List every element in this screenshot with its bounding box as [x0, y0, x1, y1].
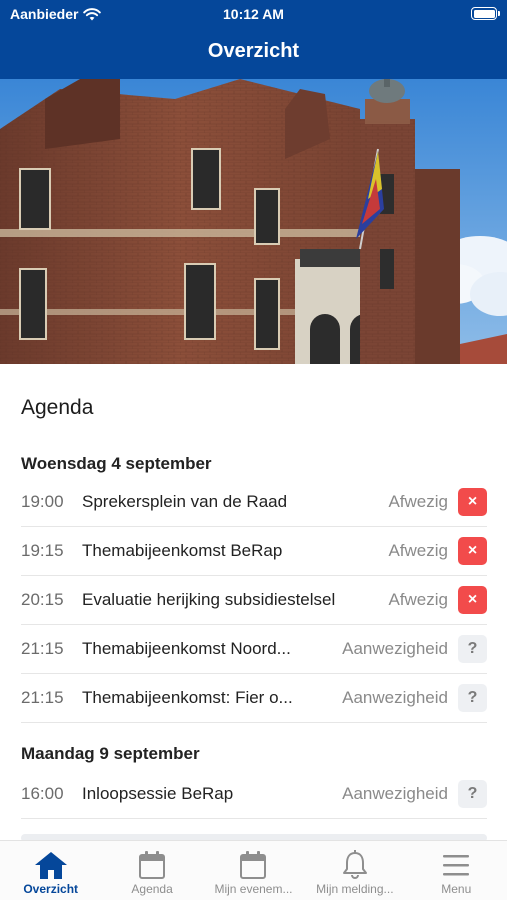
question-badge-icon[interactable]: ?: [458, 635, 487, 663]
attendance-status: Afwezig: [388, 541, 448, 560]
attendance-status: Afwezig: [388, 492, 448, 511]
agenda-item[interactable]: 21:15 Themabijeenkomst: Fier o... Aanwez…: [21, 674, 487, 723]
attendance-status: Aanwezigheid: [342, 688, 448, 707]
item-title: Themabijeenkomst Noord...: [82, 639, 291, 658]
bell-icon: [342, 850, 367, 879]
attendance-status: Afwezig: [388, 590, 448, 609]
question-badge-icon[interactable]: ?: [458, 780, 487, 808]
tab-agenda[interactable]: Agenda: [101, 841, 202, 900]
day-heading: Maandag 9 september: [21, 744, 200, 763]
tab-menu[interactable]: Menu: [406, 841, 507, 900]
day-heading: Woensdag 4 september: [21, 454, 212, 473]
item-time: 21:15: [21, 639, 64, 658]
tab-label: Menu: [441, 882, 472, 896]
tab-overzicht[interactable]: Overzicht: [0, 841, 101, 900]
question-badge-icon[interactable]: ?: [458, 684, 487, 712]
agenda-item[interactable]: 16:00 Inloopsessie BeRap Aanwezigheid ?: [21, 770, 487, 819]
agenda-item[interactable]: 21:15 Themabijeenkomst Noord... Aanwezig…: [21, 625, 487, 674]
attendance-status: Aanwezigheid: [342, 639, 448, 658]
agenda-item[interactable]: 19:15 Themabijeenkomst BeRap Afwezig ×: [21, 527, 487, 576]
item-time: 21:15: [21, 688, 64, 707]
absent-badge-icon[interactable]: ×: [458, 537, 487, 565]
item-time: 19:15: [21, 541, 64, 560]
battery-icon: [471, 7, 500, 20]
agenda-item[interactable]: 20:15 Evaluatie herijking subsidiestelse…: [21, 576, 487, 625]
absent-badge-icon[interactable]: ×: [458, 586, 487, 614]
hero-image: [0, 79, 507, 364]
home-icon: [34, 852, 67, 879]
calendar-icon: [139, 851, 166, 879]
agenda-section: Agenda Woensdag 4 september 19:00 Spreke…: [0, 364, 507, 840]
hamburger-menu-icon: [443, 855, 470, 876]
tab-label: Overzicht: [23, 882, 79, 896]
absent-badge-icon[interactable]: ×: [458, 488, 487, 516]
item-title: Inloopsessie BeRap: [82, 784, 234, 803]
tab-label: Mijn melding...: [316, 882, 394, 896]
tab-label: Agenda: [131, 882, 173, 896]
tab-mijn-evenementen[interactable]: Mijn evenem...: [203, 841, 304, 900]
status-bar: Aanbieder 10:12 AM: [0, 0, 507, 28]
item-time: 19:00: [21, 492, 64, 511]
status-time: 10:12 AM: [223, 6, 284, 22]
tab-label: Mijn evenem...: [214, 882, 293, 896]
item-title: Themabijeenkomst BeRap: [82, 541, 283, 560]
tab-mijn-meldingen[interactable]: Mijn melding...: [304, 841, 405, 900]
agenda-item[interactable]: 19:00 Sprekersplein van de Raad Afwezig …: [21, 478, 487, 527]
top-bar: Aanbieder 10:12 AM Overzicht: [0, 0, 507, 79]
calendar-icon: [240, 851, 267, 879]
item-title: Sprekersplein van de Raad: [82, 492, 288, 511]
attendance-status: Aanwezigheid: [342, 784, 448, 803]
item-time: 20:15: [21, 590, 64, 609]
agenda-title: Agenda: [21, 396, 94, 419]
item-title: Themabijeenkomst: Fier o...: [82, 688, 293, 707]
item-title: Evaluatie herijking subsidiestelsel: [82, 590, 336, 609]
tab-bar: Overzicht Agenda Mijn evenem... Mijn mel…: [0, 840, 507, 900]
item-time: 16:00: [21, 784, 64, 803]
page-title: Overzicht: [207, 40, 300, 62]
